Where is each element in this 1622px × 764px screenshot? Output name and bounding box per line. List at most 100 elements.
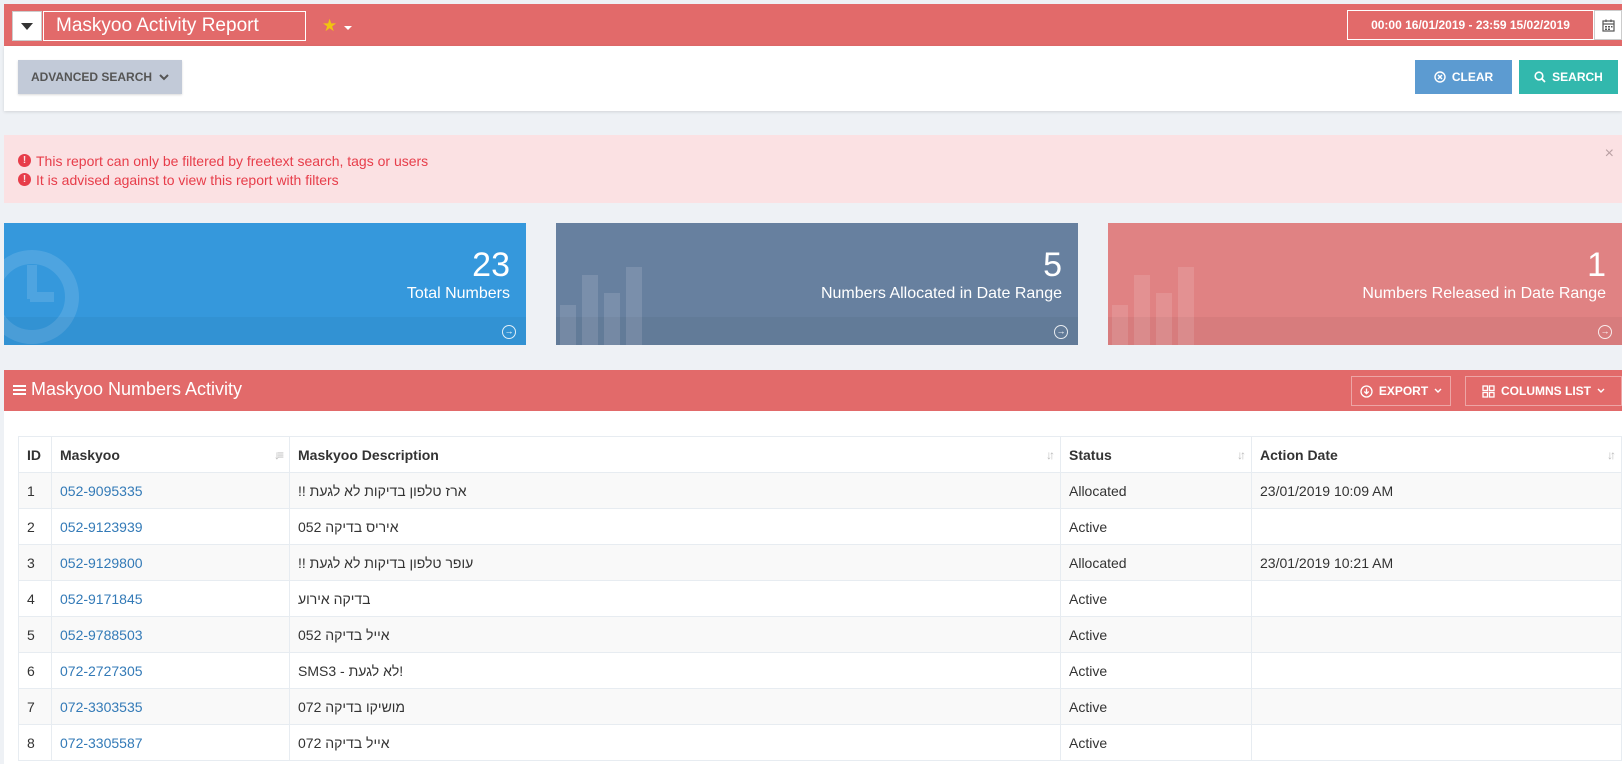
stat-numbers-released[interactable]: 1 Numbers Released in Date Range → — [1108, 223, 1622, 345]
column-header-description[interactable]: Maskyoo Description ↓↑ — [289, 436, 1061, 473]
cell-description: איריס בדיקה 052 — [289, 508, 1061, 545]
maskyoo-number-link[interactable]: 052-9095335 — [60, 483, 143, 499]
arrow-circle-right-icon[interactable]: → — [502, 325, 516, 339]
advanced-search-label: ADVANCED SEARCH — [30, 70, 153, 84]
cell-action-date — [1251, 580, 1622, 617]
numbers-activity-table: ID Maskyoo ↓≡ Maskyoo Description ↓↑ Statu… — [18, 436, 1622, 761]
cell-status: Active — [1060, 508, 1252, 545]
search-label: SEARCH — [1552, 70, 1603, 84]
cell-action-date — [1251, 616, 1622, 653]
arrow-circle-right-icon[interactable]: → — [1598, 325, 1612, 339]
list-icon — [13, 385, 26, 396]
table-row: 4 052-9171845 בדיקה אירוע Active — [18, 580, 1622, 617]
columns-list-label: COLUMNS LIST — [1501, 384, 1591, 398]
report-title[interactable]: Maskyoo Activity Report — [43, 11, 306, 41]
cell-description: SMS3 - לא לגעת! — [289, 652, 1061, 689]
table-row: 5 052-9788503 אייל בדיקה 052 Active — [18, 616, 1622, 653]
chevron-down-icon — [159, 73, 169, 80]
search-button[interactable]: SEARCH — [1519, 60, 1618, 94]
column-header-id[interactable]: ID — [18, 436, 52, 473]
cell-status: Active — [1060, 724, 1252, 761]
calendar-button[interactable] — [1594, 10, 1622, 40]
star-icon[interactable]: ★ — [322, 17, 337, 35]
grid-icon — [1482, 384, 1495, 398]
table-row: 3 052-9129800 עופר טלפון בדיקות לא לגעת … — [18, 544, 1622, 581]
filter-warning-alert: ! This report can only be filtered by fr… — [4, 135, 1622, 203]
cell-id: 6 — [18, 652, 52, 689]
cell-status: Active — [1060, 580, 1252, 617]
stat-more-link[interactable] — [1108, 317, 1622, 345]
cell-id: 3 — [18, 544, 52, 581]
alert-text-2: It is advised against to view this repor… — [36, 171, 339, 188]
table-row: 8 072-3305587 אייל בדיקה 072 Active — [18, 724, 1622, 761]
table-row: 7 072-3303535 מושיקו בדיקה 072 Active — [18, 688, 1622, 725]
clear-label: CLEAR — [1451, 70, 1494, 84]
maskyoo-number-link[interactable]: 052-9788503 — [60, 627, 143, 643]
cell-action-date — [1251, 508, 1622, 545]
stat-label: Total Numbers — [406, 285, 510, 302]
chevron-down-icon — [1434, 388, 1442, 393]
maskyoo-number-link[interactable]: 052-9171845 — [60, 591, 143, 607]
cell-description: מושיקו בדיקה 072 — [289, 688, 1061, 725]
report-header-bar: Maskyoo Activity Report ★ 00:00 16/01/20… — [4, 4, 1622, 46]
column-header-action-date[interactable]: Action Date ↓↑ — [1251, 436, 1622, 473]
cell-status: Active — [1060, 652, 1252, 689]
exclamation-icon: ! — [18, 173, 31, 186]
stat-label: Numbers Allocated in Date Range — [820, 285, 1062, 302]
cell-description: עופר טלפון בדיקות לא לגעת !! — [289, 544, 1061, 581]
advanced-search-button[interactable]: ADVANCED SEARCH — [18, 60, 182, 94]
cell-id: 7 — [18, 688, 52, 725]
table-row: 2 052-9123939 איריס בדיקה 052 Active — [18, 508, 1622, 545]
cell-status: Active — [1060, 688, 1252, 725]
maskyoo-number-link[interactable]: 072-2727305 — [60, 663, 143, 679]
report-menu-toggle[interactable] — [12, 11, 42, 41]
stat-label: Numbers Released in Date Range — [1362, 285, 1606, 302]
exclamation-icon: ! — [18, 154, 31, 167]
maskyoo-number-link[interactable]: 052-9123939 — [60, 519, 143, 535]
maskyoo-number-link[interactable]: 072-3305587 — [60, 735, 143, 751]
cell-description: בדיקה אירוע — [289, 580, 1061, 617]
calendar-icon — [1601, 19, 1615, 32]
maskyoo-number-link[interactable]: 072-3303535 — [60, 699, 143, 715]
cell-description: אייל בדיקה 052 — [289, 616, 1061, 653]
cell-id: 4 — [18, 580, 52, 617]
cell-id: 1 — [18, 472, 52, 509]
search-icon — [1534, 71, 1546, 83]
columns-list-button[interactable]: COLUMNS LIST — [1465, 376, 1622, 406]
chevron-down-icon — [1597, 388, 1605, 393]
stat-total-numbers[interactable]: 23 Total Numbers → — [4, 223, 526, 345]
cell-status: Active — [1060, 616, 1252, 653]
clear-button[interactable]: CLEAR — [1415, 60, 1512, 94]
stat-value: 23 — [472, 246, 510, 284]
sort-icon[interactable]: ↓↑ — [1607, 448, 1616, 462]
cell-id: 8 — [18, 724, 52, 761]
sort-asc-icon[interactable]: ↓≡ — [274, 448, 284, 462]
column-header-label: Maskyoo Description — [298, 446, 439, 463]
download-circle-icon — [1360, 384, 1373, 398]
cell-status: Allocated — [1060, 544, 1252, 581]
column-header-maskyoo[interactable]: Maskyoo ↓≡ — [51, 436, 290, 473]
export-button[interactable]: EXPORT — [1351, 376, 1451, 406]
cell-status: Allocated — [1060, 472, 1252, 509]
column-header-status[interactable]: Status ↓↑ — [1060, 436, 1252, 473]
maskyoo-number-link[interactable]: 052-9129800 — [60, 555, 143, 571]
alert-line-1: ! This report can only be filtered by fr… — [18, 151, 1622, 170]
stat-value: 5 — [1043, 246, 1062, 284]
column-header-label: Maskyoo — [60, 446, 120, 463]
close-icon[interactable]: × — [1605, 145, 1614, 163]
sort-icon[interactable]: ↓↑ — [1046, 448, 1055, 462]
stat-more-link[interactable] — [556, 317, 1078, 345]
date-range-picker[interactable]: 00:00 16/01/2019 - 23:59 15/02/2019 — [1347, 10, 1594, 40]
stat-numbers-allocated[interactable]: 5 Numbers Allocated in Date Range → — [556, 223, 1078, 345]
arrow-circle-right-icon[interactable]: → — [1054, 325, 1068, 339]
cell-description: אייל בדיקה 072 — [289, 724, 1061, 761]
cell-action-date: 23/01/2019 10:09 AM — [1251, 472, 1622, 509]
cell-action-date — [1251, 652, 1622, 689]
export-label: EXPORT — [1378, 384, 1429, 398]
search-panel: ADVANCED SEARCH CLEAR SEARCH — [4, 46, 1622, 111]
caret-down-icon — [21, 22, 33, 30]
stat-more-link[interactable] — [4, 317, 526, 345]
sort-icon[interactable]: ↓↑ — [1237, 448, 1246, 462]
favorites-caret-icon[interactable] — [344, 26, 352, 30]
numbers-activity-portlet: Maskyoo Numbers Activity EXPORT COLUMNS … — [4, 370, 1622, 764]
